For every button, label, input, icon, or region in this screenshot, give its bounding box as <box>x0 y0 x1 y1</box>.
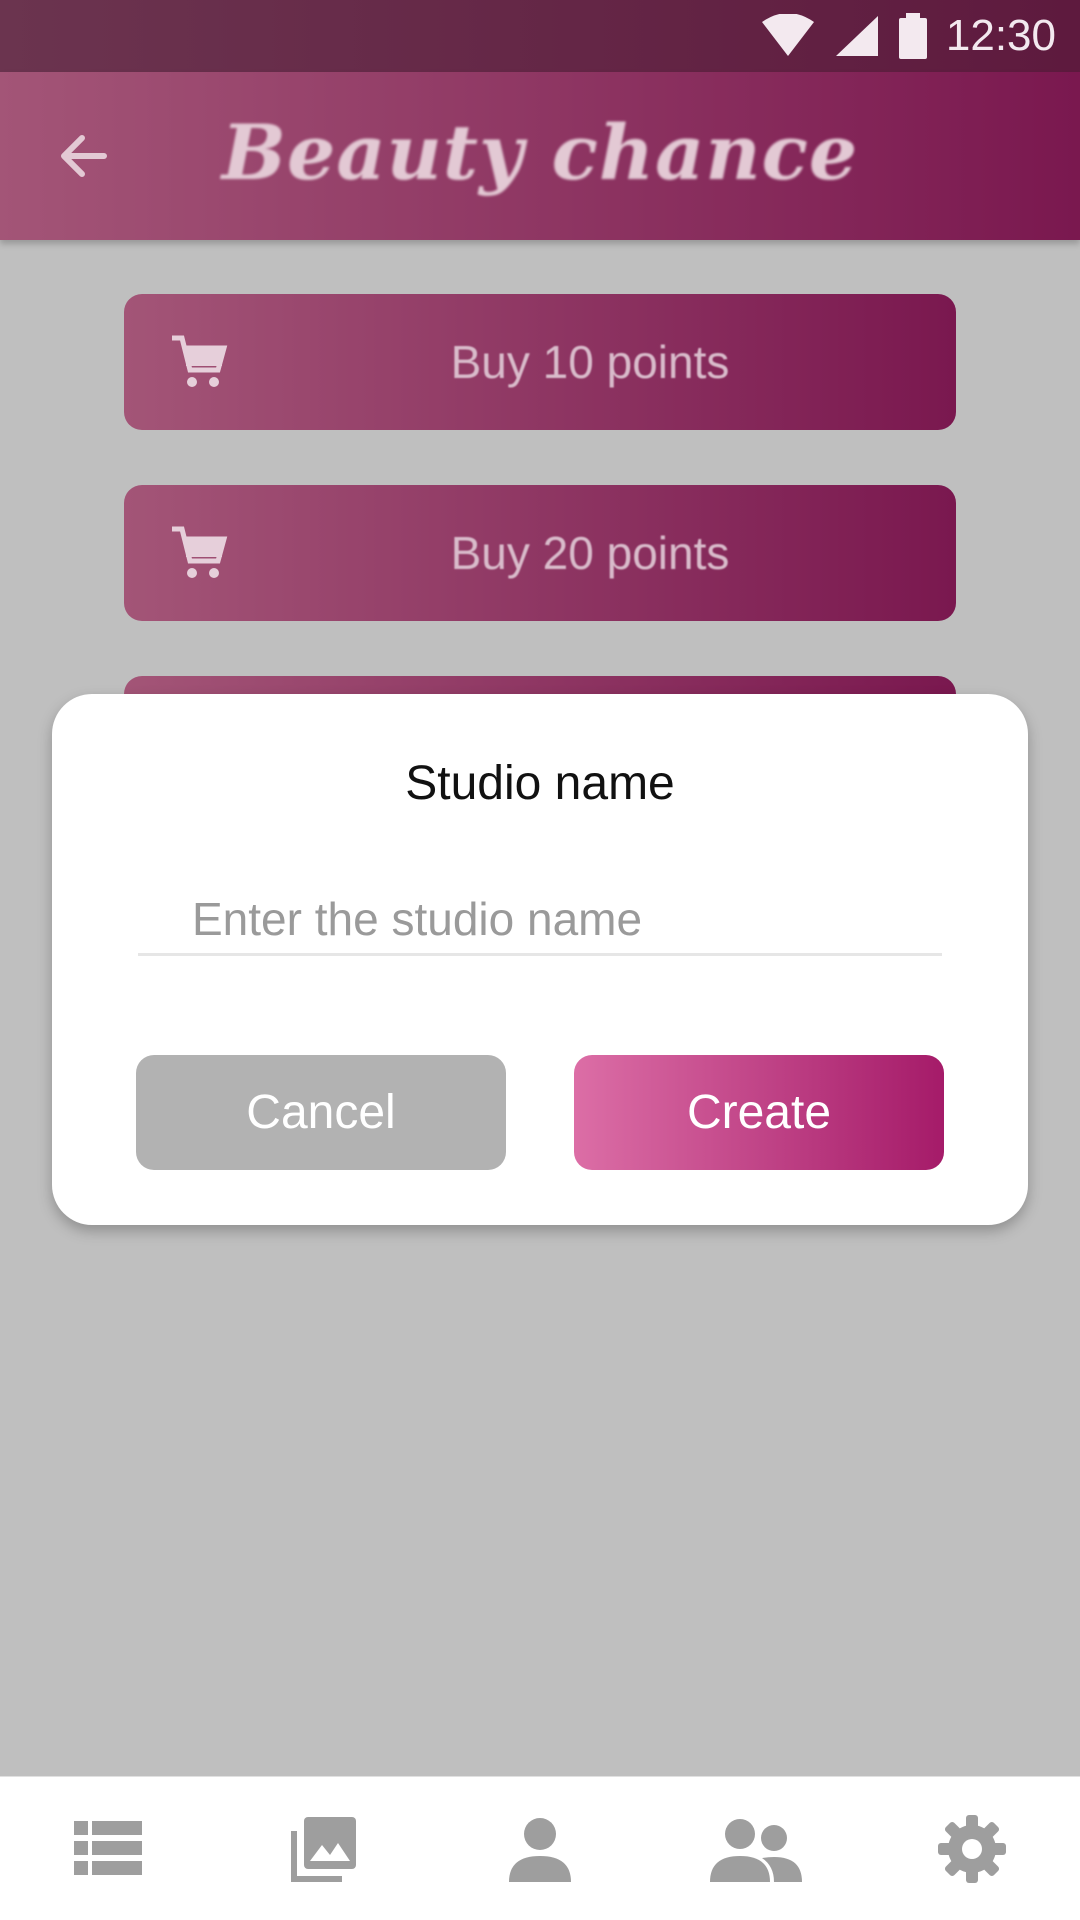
buy-button-label: Buy 10 points <box>450 336 730 388</box>
nav-item-settings[interactable] <box>912 1789 1032 1909</box>
status-time: 12:30 <box>945 11 1056 60</box>
dialog-title: Studio name <box>405 757 675 810</box>
studio-name-input[interactable] <box>138 884 942 956</box>
battery-icon <box>898 13 927 59</box>
nav-item-gallery[interactable] <box>264 1789 384 1909</box>
cancel-button[interactable]: Cancel <box>136 1055 506 1170</box>
buy-10-points-button[interactable]: Buy 10 points <box>124 294 956 430</box>
create-button[interactable]: Create <box>574 1055 944 1170</box>
nav-item-people[interactable] <box>696 1789 816 1909</box>
app-title: Beauty chance <box>221 108 859 197</box>
photo-library-icon <box>291 1816 356 1882</box>
settings-icon <box>938 1814 1006 1883</box>
people-icon <box>710 1818 802 1882</box>
nav-item-profile[interactable] <box>480 1789 600 1909</box>
buy-20-points-button[interactable]: Buy 20 points <box>124 485 956 621</box>
bottom-navigation <box>0 1776 1080 1920</box>
nav-item-list[interactable] <box>48 1789 168 1909</box>
buy-button-label: Buy 20 points <box>450 527 730 579</box>
studio-name-dialog: Studio name Cancel Create <box>52 694 1028 1225</box>
signal-icon <box>835 16 878 56</box>
app-bar: Beauty chance <box>0 72 1080 240</box>
wifi-icon <box>761 14 814 56</box>
status-bar: 12:30 <box>0 0 1080 72</box>
list-icon <box>74 1820 142 1875</box>
person-icon <box>509 1817 571 1882</box>
